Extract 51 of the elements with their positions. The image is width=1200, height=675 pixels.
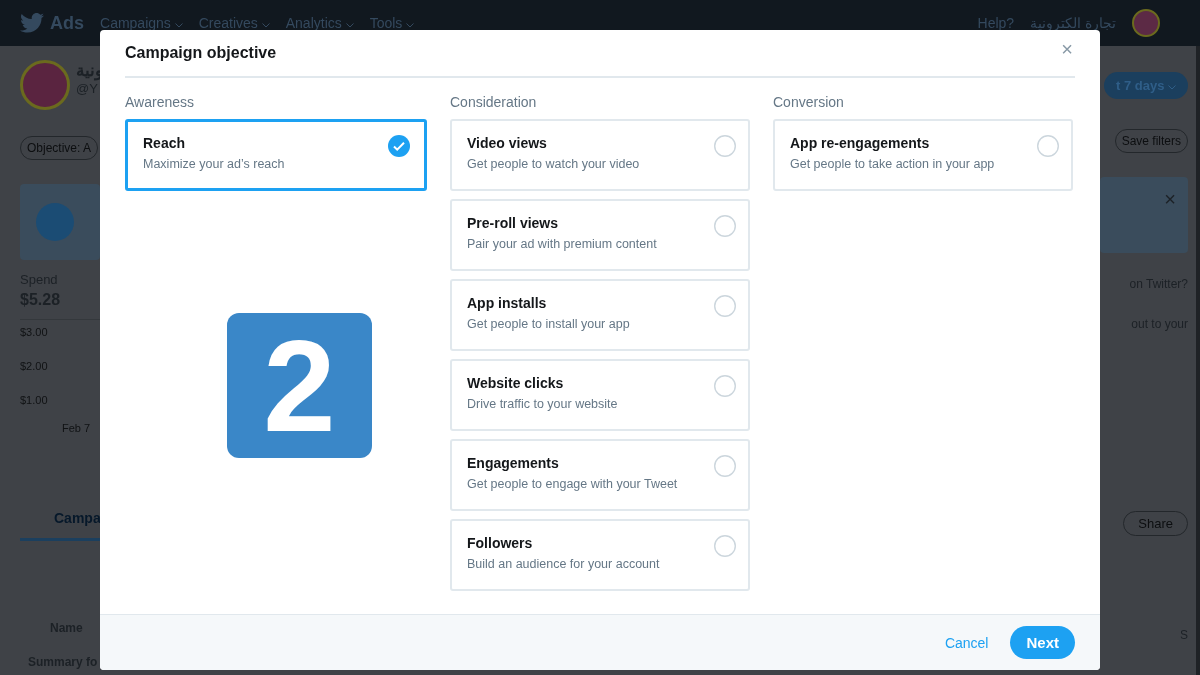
column-heading: Conversion (773, 94, 845, 110)
radio-icon (714, 135, 736, 157)
column-heading: Awareness (125, 94, 195, 110)
next-button[interactable]: Next (1010, 626, 1075, 659)
radio-icon (1037, 135, 1059, 157)
chevron-down-icon (1168, 85, 1176, 90)
chevron-down-icon (261, 23, 270, 28)
chevron-down-icon (406, 23, 415, 28)
option-title: Engagements (467, 455, 560, 471)
brand-name: Ads (50, 12, 84, 34)
radio-icon (714, 375, 736, 397)
option-description: Get people to watch your video (467, 157, 640, 171)
column-heading: Consideration (450, 94, 538, 110)
step-number-badge: 2 (227, 313, 372, 458)
option-description: Maximize your ad’s reach (143, 157, 285, 171)
option-title: Video views (467, 135, 548, 151)
objective-option[interactable]: App re-engagements Get people to take action in your app (773, 119, 1073, 191)
dialog-title: Campaign objective (125, 44, 277, 62)
avatar[interactable] (1132, 9, 1160, 37)
radio-icon (714, 215, 736, 237)
option-title: App installs (467, 295, 548, 311)
option-description: Get people to take action in your app (790, 157, 995, 171)
check-circle-icon (388, 135, 410, 157)
cancel-button[interactable]: Cancel (938, 633, 995, 652)
radio-icon (714, 535, 736, 557)
option-description: Get people to install your app (467, 317, 630, 331)
chevron-down-icon (345, 23, 354, 28)
option-title: Reach (143, 135, 187, 151)
option-title: Followers (467, 535, 534, 551)
option-title: App re-engagements (790, 135, 931, 151)
chevron-down-icon (174, 23, 183, 28)
radio-icon (714, 455, 736, 477)
objective-option[interactable]: Reach Maximize your ad’s reach (125, 119, 427, 191)
profile-avatar (20, 60, 70, 110)
option-title: Website clicks (467, 375, 565, 391)
objective-option[interactable]: Video views Get people to watch your video (450, 119, 750, 191)
option-title: Pre-roll views (467, 215, 560, 231)
close-icon[interactable]: × (1164, 189, 1176, 209)
option-description: Build an audience for your account (467, 557, 660, 571)
radio-icon (714, 295, 736, 317)
objective-option[interactable]: Website clicks Drive traffic to your website (450, 359, 750, 431)
objective-option[interactable]: App installs Get people to install your app (450, 279, 750, 351)
option-description: Drive traffic to your website (467, 397, 618, 411)
option-description: Pair your ad with premium content (467, 237, 657, 251)
objective-option[interactable]: Followers Build an audience for your account (450, 519, 750, 591)
account-menu[interactable]: تجارة الكترونية (1030, 15, 1116, 31)
option-description: Get people to engage with your Tweet (467, 477, 678, 491)
bird-logo-icon (20, 13, 44, 33)
objective-option[interactable]: Engagements Get people to engage with your Tweet (450, 439, 750, 511)
help-link[interactable]: Help? (977, 15, 1015, 31)
objective-option[interactable]: Pre-roll views Pair your ad with premium content (450, 199, 750, 271)
